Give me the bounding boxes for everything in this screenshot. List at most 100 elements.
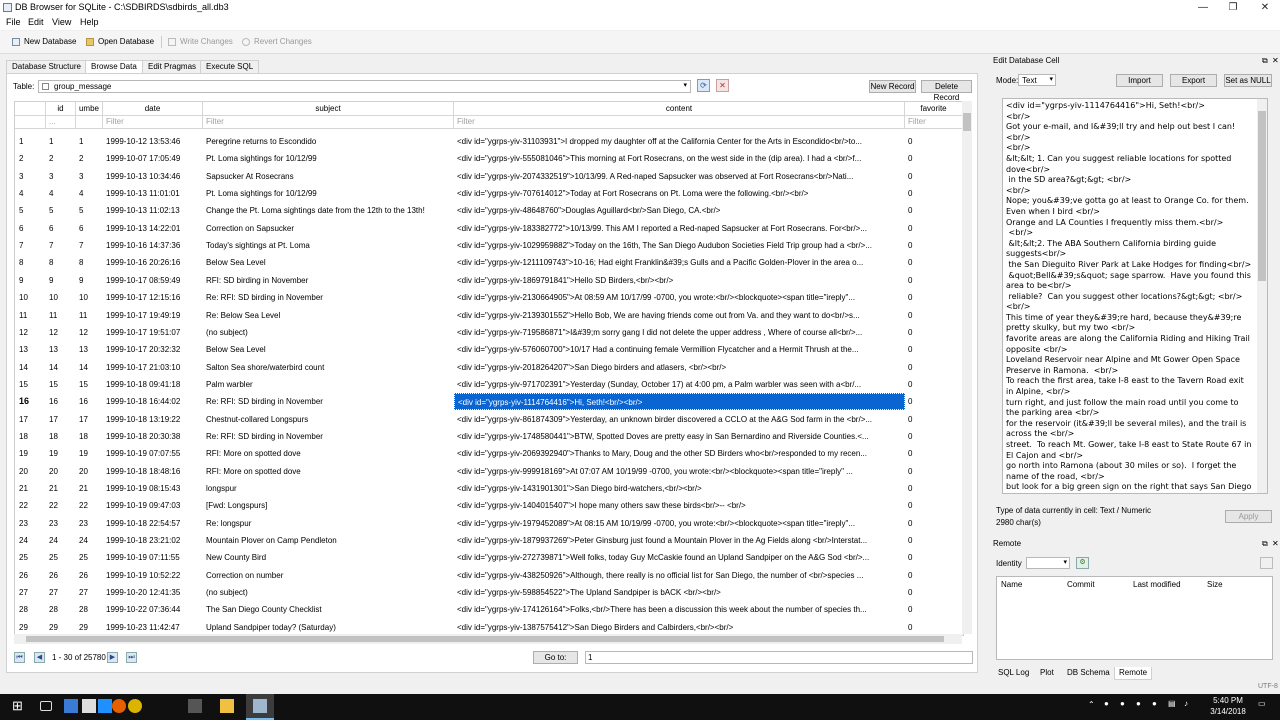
write-changes-button[interactable]: Write Changes [168,37,233,46]
remote-col-size[interactable]: Size [1207,580,1223,589]
cell-favorite[interactable]: 0 [905,567,963,584]
cell-id[interactable]: 4 [46,185,76,202]
cell-date[interactable]: 1999-10-07 17:05:49 [103,150,203,167]
row-number[interactable]: 25 [15,549,46,566]
cell-favorite[interactable]: 0 [905,411,963,428]
tray-icon-1[interactable]: ● [1104,699,1109,708]
cell-id[interactable]: 2 [46,150,76,167]
cell-date[interactable]: 1999-10-18 20:30:38 [103,428,203,445]
scroll-thumb[interactable] [963,113,971,131]
column-header-favorite[interactable]: favorite [905,102,963,116]
filter-id[interactable]: ... [46,116,76,129]
cell-id[interactable]: 9 [46,272,76,289]
cell-subject[interactable]: Re: RFI: SD birding in November [203,289,454,306]
table-row[interactable]: 2 2 2 1999-10-07 17:05:49 Pt. Loma sightings… [15,150,963,167]
cell-content[interactable]: <div id="ygrps-yiv-1211109743">10-16; Ha… [454,254,905,271]
cell-date[interactable]: 1999-10-18 16:44:02 [103,393,203,410]
cell-subject[interactable]: Re: RFI: SD birding in November [203,428,454,445]
cell-content[interactable]: <div id="ygrps-yiv-719586871">I&#39;m so… [454,324,905,341]
table-row[interactable]: 17 17 17 1999-10-18 13:19:22 Chestnut-collar… [15,411,963,428]
table-row[interactable]: 15 15 15 1999-10-18 09:41:18 Palm warbler <di… [15,376,963,393]
tab-db-schema[interactable]: DB Schema [1063,667,1114,679]
row-number[interactable]: 10 [15,289,46,306]
clear-filters-icon[interactable]: ✕ [716,79,729,92]
cell-subject[interactable]: Today's sightings at Pt. Loma [203,237,454,254]
taskbar-calculator-icon[interactable] [188,699,202,713]
cell-id[interactable]: 18 [46,428,76,445]
cell-date[interactable]: 1999-10-17 12:15:16 [103,289,203,306]
cell-date[interactable]: 1999-10-19 10:52:22 [103,567,203,584]
cell-content[interactable]: <div id="ygrps-yiv-2069392940">Thanks to… [454,445,905,462]
cell-number[interactable]: 18 [76,428,103,445]
table-row[interactable]: 19 19 19 1999-10-19 07:07:55 RFI: More on sp… [15,445,963,462]
cell-id[interactable]: 14 [46,359,76,376]
cell-subject[interactable]: RFI: SD birding in November [203,272,454,289]
cell-date[interactable]: 1999-10-18 13:19:22 [103,411,203,428]
delete-record-button[interactable]: Delete Record [921,80,972,102]
volume-icon[interactable]: ♪ [1184,699,1188,708]
cell-id[interactable]: 12 [46,324,76,341]
tab-browse-data[interactable]: Browse Data [85,60,143,73]
row-number[interactable]: 20 [15,463,46,480]
cell-number[interactable]: 11 [76,307,103,324]
cell-subject[interactable]: Pt. Loma sightings for 10/12/99 [203,185,454,202]
cell-subject[interactable]: Salton Sea shore/waterbird count [203,359,454,376]
clock-date[interactable]: 3/14/2018 [1206,707,1250,716]
cell-editor-text[interactable]: <div id="ygrps-yiv-1114764416">Hi, Seth!… [1003,99,1267,493]
editor-scrollbar[interactable] [1257,99,1267,493]
row-number[interactable]: 14 [15,359,46,376]
export-button[interactable]: Export [1170,74,1217,87]
cell-content[interactable]: <div id="ygrps-yiv-183382772">10/13/99. … [454,220,905,237]
cell-date[interactable]: 1999-10-17 19:51:07 [103,324,203,341]
table-row[interactable]: 6 6 6 1999-10-13 14:22:01 Correction on Saps… [15,220,963,237]
cell-id[interactable]: 17 [46,411,76,428]
cell-subject[interactable]: New County Bird [203,549,454,566]
cell-content[interactable]: <div id="ygrps-yiv-861874309">Yesterday,… [454,411,905,428]
cell-date[interactable]: 1999-10-17 19:49:19 [103,307,203,324]
row-number[interactable]: 11 [15,307,46,324]
float-icon[interactable]: ⧉ [1262,538,1268,549]
cell-id[interactable]: 19 [46,445,76,462]
cell-date[interactable]: 1999-10-17 21:03:10 [103,359,203,376]
apply-button[interactable]: Apply [1225,510,1272,523]
cell-favorite[interactable]: 0 [905,168,963,185]
cell-content[interactable]: <div id="ygrps-yiv-48648760">Douglas Agu… [454,202,905,219]
tab-remote[interactable]: Remote [1114,667,1153,680]
cell-content[interactable]: <div id="ygrps-yiv-2130664905">At 08:59 … [454,289,905,306]
cell-number[interactable]: 4 [76,185,103,202]
table-row[interactable]: 11 11 11 1999-10-17 19:49:19 Re: Below Sea L… [15,307,963,324]
refresh-icon[interactable]: ⟳ [697,79,710,92]
cell-date[interactable]: 1999-10-13 10:34:46 [103,168,203,185]
menu-help[interactable]: Help [80,17,99,27]
menu-view[interactable]: View [52,17,71,27]
table-row[interactable]: 13 13 13 1999-10-17 20:32:32 Below Sea Level… [15,341,963,358]
task-view-icon[interactable] [40,701,52,711]
table-row[interactable]: 25 25 25 1999-10-19 07:11:55 New County Bird… [15,549,963,566]
cell-number[interactable]: 19 [76,445,103,462]
new-record-button[interactable]: New Record [869,80,916,93]
cell-id[interactable]: 1 [46,133,76,150]
cell-number[interactable]: 7 [76,237,103,254]
cell-subject[interactable]: (no subject) [203,584,454,601]
row-number[interactable]: 27 [15,584,46,601]
float-icon[interactable]: ⧉ [1262,55,1268,66]
identity-select[interactable]: ▾ [1026,557,1070,569]
tray-icon-4[interactable]: ● [1152,699,1157,708]
cell-content[interactable]: <div id="ygrps-yiv-1431901301">San Diego… [454,480,905,497]
remote-col-commit[interactable]: Commit [1067,580,1095,589]
cell-favorite[interactable]: 0 [905,272,963,289]
restore-button[interactable]: ❐ [1218,0,1248,15]
cell-favorite[interactable]: 0 [905,428,963,445]
table-row[interactable]: 22 22 22 1999-10-19 09:47:03 [Fwd: Longspurs… [15,497,963,514]
cell-number[interactable]: 25 [76,549,103,566]
cell-content[interactable]: <div id="ygrps-yiv-2018264207">San Diego… [454,359,905,376]
table-row[interactable]: 27 27 27 1999-10-20 12:41:35 (no subject) <di… [15,584,963,601]
taskbar-firefox-icon[interactable] [112,699,126,713]
cell-number[interactable]: 14 [76,359,103,376]
row-number[interactable]: 13 [15,341,46,358]
cell-subject[interactable]: Peregrine returns to Escondido [203,133,454,150]
row-number[interactable]: 4 [15,185,46,202]
tab-edit-pragmas[interactable]: Edit Pragmas [142,60,203,73]
cell-subject[interactable]: RFI: More on spotted dove [203,445,454,462]
taskbar-edge-icon[interactable] [98,699,112,713]
